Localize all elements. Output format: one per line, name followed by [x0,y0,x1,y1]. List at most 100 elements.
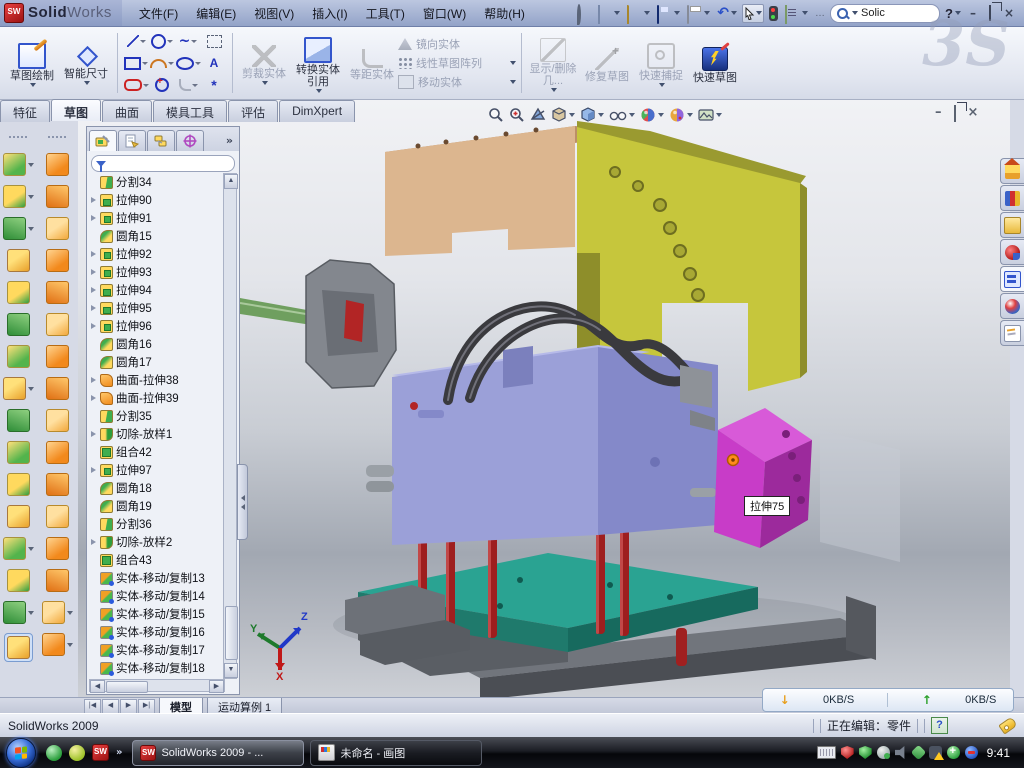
tree-horizontal-scrollbar[interactable]: ◀ ▶ [89,679,225,692]
dropdown-arrow-icon[interactable] [316,89,322,93]
lofted-surface-button[interactable] [46,249,69,272]
apply-scene-button[interactable] [669,107,693,123]
tree-item[interactable]: 组合42 [89,443,225,461]
menu-help[interactable]: 帮助(H) [475,2,534,25]
expander-icon[interactable] [91,197,96,203]
part-sprue-assembly[interactable] [240,260,396,388]
dropdown-arrow-icon[interactable] [30,83,36,87]
repair-sketch-button[interactable]: 修复草图 [581,44,633,83]
planar-surface-button[interactable] [46,313,69,336]
keyboard-layout-icon[interactable] [817,746,836,759]
tree-item[interactable]: 分割34 [89,173,225,191]
design-library-tab[interactable] [1000,185,1024,211]
arc-tool[interactable] [149,52,175,74]
search-input[interactable]: Solic [830,4,940,23]
zoom-area-button[interactable] [509,107,525,123]
configuration-manager-tab[interactable] [147,130,175,151]
fillet-button[interactable] [3,217,34,240]
offset-surface-button[interactable] [46,345,69,368]
horizontal-scroll-thumb[interactable] [106,681,148,693]
last-tab-button[interactable]: ▶| [138,699,155,714]
tree-item[interactable]: 实体-移动/复制16 [89,623,225,641]
menu-insert[interactable]: 插入(I) [303,2,356,25]
text-tool[interactable]: A [201,52,227,74]
trim-surface-button[interactable] [42,601,73,624]
print-button[interactable] [685,4,712,23]
custom-properties-tab[interactable] [1000,320,1024,346]
tree-item[interactable]: 圆角17 [89,353,225,371]
rebuild-button[interactable] [767,4,780,23]
tree-item[interactable]: 拉伸94 [89,281,225,299]
extend-surface-button[interactable] [46,537,69,560]
move-entities-button[interactable]: 移动实体 [398,74,516,90]
curve-button[interactable] [3,601,34,624]
trim-entities-button[interactable]: 剪裁实体 [238,41,290,85]
expander-icon[interactable] [91,287,96,293]
delete-body-button[interactable] [3,537,34,560]
expander-icon[interactable] [91,431,96,437]
taskbar-clock[interactable]: 9:41 [983,746,1018,760]
polygon-tool[interactable] [149,74,175,96]
part-side-block-highlighted[interactable] [714,408,812,548]
instant3d-button[interactable] [4,633,33,662]
surface-curve-button[interactable] [42,633,73,656]
thicken-button[interactable] [46,473,69,496]
mirror-entities-button[interactable]: 镜向实体 [398,36,516,52]
doc-close-button[interactable]: × [968,106,979,120]
tab-模具工具[interactable]: 模具工具 [153,100,227,122]
extruded-surface-button[interactable] [46,217,69,240]
rib-button[interactable] [7,409,30,432]
options-button[interactable] [783,4,810,23]
appearances-scenes-tab[interactable] [1000,293,1024,319]
expander-icon[interactable] [91,251,96,257]
circle-tool[interactable] [149,30,175,52]
tab-草图[interactable]: 草图 [51,99,101,121]
expander-icon[interactable] [91,467,96,473]
network-warning-icon[interactable] [929,746,942,759]
part-pin-right[interactable] [676,628,687,666]
tree-item[interactable]: 拉伸96 [89,317,225,335]
combine-button[interactable] [7,473,30,496]
dropdown-arrow-icon[interactable] [262,81,268,85]
doc-minimize-button[interactable]: – [935,106,942,120]
lofted-boss-button[interactable] [7,313,30,336]
point-tool[interactable]: * [201,74,227,96]
tree-item[interactable]: 组合43 [89,551,225,569]
smart-dimension-button[interactable]: 智能尺寸 [60,41,112,85]
split-button[interactable] [7,441,30,464]
toolbar-grip[interactable] [9,136,27,142]
open-button[interactable] [625,4,652,23]
swept-boss-button[interactable] [7,249,30,272]
restore-button[interactable] [983,6,997,20]
menu-tools[interactable]: 工具(T) [357,2,414,25]
expander-icon[interactable] [91,395,96,401]
fillet-surface-button[interactable] [46,569,69,592]
tab-曲面[interactable]: 曲面 [102,100,152,122]
view-orientation-button[interactable] [551,107,575,123]
expander-icon[interactable] [91,305,96,311]
property-manager-tab[interactable] [118,130,146,151]
tree-item[interactable]: 分割35 [89,407,225,425]
tree-item[interactable]: 圆角15 [89,227,225,245]
flex-button[interactable] [7,569,30,592]
shell-button[interactable] [7,281,30,304]
quick-launch-icon-1[interactable] [46,745,62,761]
first-tab-button[interactable]: |◀ [84,699,101,714]
dropdown-arrow-icon[interactable] [551,88,557,92]
rapid-sketch-button[interactable]: 快速草图 [689,43,741,84]
features-tree-tab[interactable] [89,130,117,151]
pin-toolbar-button[interactable] [573,4,592,23]
tab-评估[interactable]: 评估 [228,100,278,122]
quick-tips-help-button[interactable]: ? [931,717,948,734]
quick-launch-icon-2[interactable] [69,745,85,761]
display-style-button[interactable] [580,107,604,123]
line-tool[interactable] [123,30,149,52]
rectangle-tool[interactable] [123,52,149,74]
file-explorer-tab[interactable] [1000,212,1024,238]
view-palette-tab[interactable] [1000,266,1024,292]
revolved-surface-button[interactable] [46,185,69,208]
tab-特征[interactable]: 特征 [0,100,50,122]
delete-face-button[interactable] [46,441,69,464]
menu-file[interactable]: 文件(F) [130,2,187,25]
view-settings-button[interactable] [698,108,722,122]
